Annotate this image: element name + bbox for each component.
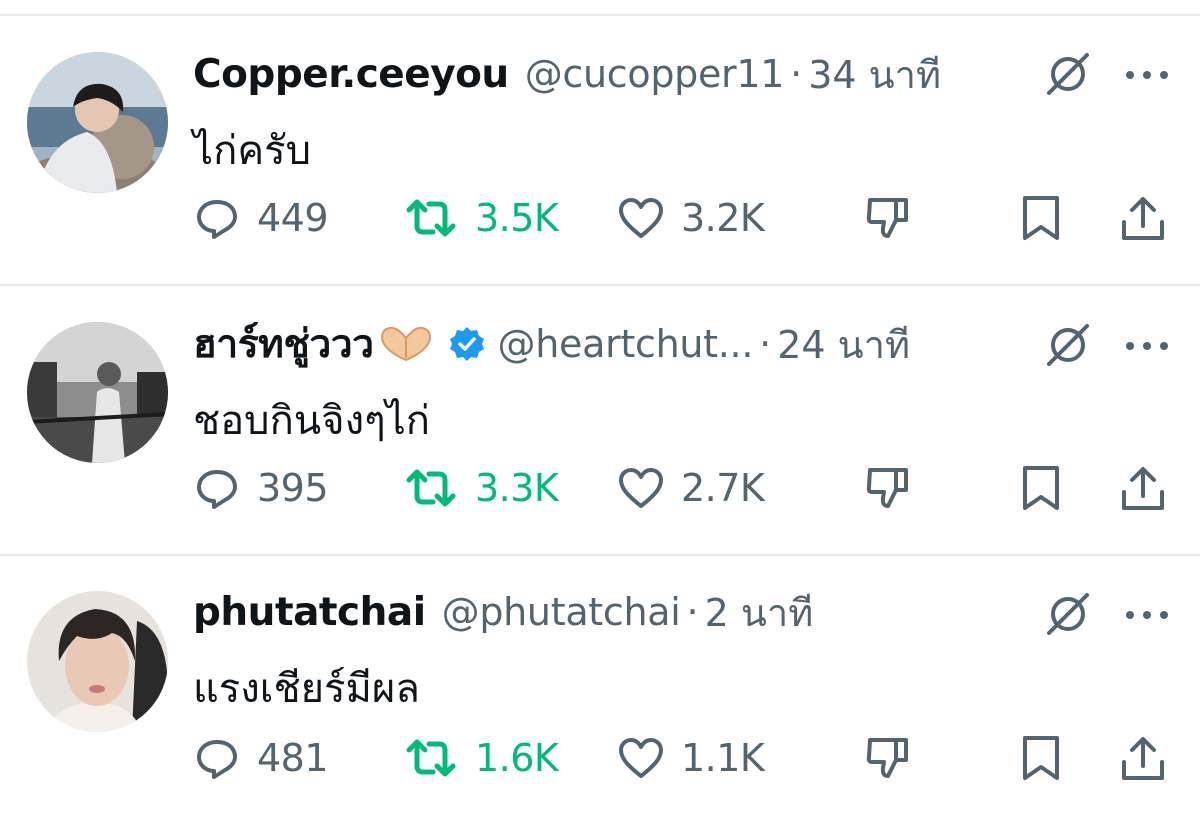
grok-icon[interactable] bbox=[1043, 49, 1093, 99]
like-count: 3.2K bbox=[681, 196, 765, 240]
tweet-text: แรงเชียร์มีผล bbox=[193, 666, 420, 712]
retweet-button[interactable]: 3.5K bbox=[403, 188, 559, 248]
share-button[interactable] bbox=[1119, 734, 1167, 782]
reply-button[interactable]: 481 bbox=[193, 728, 329, 788]
like-icon bbox=[619, 738, 663, 778]
bookmark-icon bbox=[1023, 466, 1059, 510]
separator-dot: · bbox=[790, 52, 803, 96]
action-bar: 449 3.5K 3.2K bbox=[0, 188, 1200, 248]
display-name[interactable]: phutatchai bbox=[193, 590, 426, 635]
share-button[interactable] bbox=[1119, 194, 1167, 242]
share-icon bbox=[1122, 737, 1164, 780]
reply-icon bbox=[197, 740, 237, 779]
retweet-button[interactable]: 3.3K bbox=[403, 458, 559, 518]
bookmark-button[interactable] bbox=[1017, 734, 1065, 782]
tweet-2[interactable]: ฮาร์ทชู่ววว @heartchut... · 24 นาที ชอบก… bbox=[0, 286, 1200, 556]
more-icon[interactable] bbox=[1125, 338, 1169, 352]
bookmark-button[interactable] bbox=[1017, 194, 1065, 242]
dislike-icon bbox=[866, 468, 908, 508]
share-icon bbox=[1122, 467, 1164, 510]
retweet-button[interactable]: 1.6K bbox=[403, 728, 559, 788]
reply-icon bbox=[197, 470, 237, 509]
retweet-icon bbox=[406, 199, 456, 237]
avatar[interactable] bbox=[27, 52, 168, 193]
avatar[interactable] bbox=[27, 322, 168, 463]
like-button[interactable]: 1.1K bbox=[617, 728, 765, 788]
tweet-1[interactable]: Copper.ceeyou @cucopper11 · 34 นาที ไก่ค… bbox=[0, 0, 1200, 286]
display-name[interactable]: ฮาร์ทชู่ววว bbox=[193, 313, 374, 375]
reply-count: 449 bbox=[257, 196, 329, 240]
dislike-icon bbox=[866, 198, 908, 238]
bookmark-icon bbox=[1023, 196, 1059, 240]
avatar-photo bbox=[27, 52, 168, 193]
dislike-button[interactable] bbox=[864, 734, 912, 782]
username-handle[interactable]: @heartchut... bbox=[498, 322, 754, 366]
reply-count: 481 bbox=[257, 736, 329, 780]
username-handle[interactable]: @cucopper11 bbox=[525, 52, 785, 96]
timestamp[interactable]: 24 นาที bbox=[777, 314, 910, 375]
like-count: 1.1K bbox=[681, 736, 765, 780]
like-icon bbox=[619, 198, 663, 238]
dislike-button[interactable] bbox=[864, 194, 912, 242]
retweet-count: 1.6K bbox=[475, 736, 559, 780]
like-button[interactable]: 2.7K bbox=[617, 458, 765, 518]
avatar[interactable] bbox=[27, 591, 168, 732]
retweet-icon bbox=[406, 469, 456, 507]
tweet-text: ไก่ครับ bbox=[193, 128, 311, 174]
separator-dot: · bbox=[759, 322, 772, 366]
separator-dot: · bbox=[686, 590, 699, 634]
like-count: 2.7K bbox=[681, 466, 765, 510]
like-button[interactable]: 3.2K bbox=[617, 188, 765, 248]
reply-button[interactable]: 395 bbox=[193, 458, 329, 518]
display-name[interactable]: Copper.ceeyou bbox=[193, 52, 509, 97]
tweet-3[interactable]: phutatchai @phutatchai · 2 นาที แรงเชียร… bbox=[0, 556, 1200, 823]
reply-button[interactable]: 449 bbox=[193, 188, 329, 248]
tweet-text: ชอบกินจิงๆไก่ bbox=[193, 398, 430, 444]
action-bar: 481 1.6K 1.1K bbox=[0, 728, 1200, 788]
reply-icon bbox=[197, 200, 237, 239]
timestamp[interactable]: 2 นาที bbox=[705, 582, 814, 643]
share-button[interactable] bbox=[1119, 464, 1167, 512]
grok-icon[interactable] bbox=[1043, 589, 1093, 639]
tweet-header: Copper.ceeyou @cucopper11 · 34 นาที bbox=[193, 46, 941, 102]
verified-badge-icon[interactable] bbox=[448, 325, 486, 363]
action-bar: 395 3.3K 2.7K bbox=[0, 458, 1200, 518]
dislike-icon bbox=[866, 738, 908, 778]
bookmark-button[interactable] bbox=[1017, 464, 1065, 512]
username-handle[interactable]: @phutatchai bbox=[442, 590, 681, 634]
bookmark-icon bbox=[1023, 736, 1059, 780]
tweet-header: phutatchai @phutatchai · 2 นาที bbox=[193, 584, 813, 640]
timestamp[interactable]: 34 นาที bbox=[808, 44, 941, 105]
share-icon bbox=[1122, 197, 1164, 240]
more-icon[interactable] bbox=[1125, 607, 1169, 621]
retweet-count: 3.3K bbox=[475, 466, 559, 510]
retweet-icon bbox=[406, 739, 456, 777]
more-icon[interactable] bbox=[1125, 67, 1169, 81]
heart-hands-emoji bbox=[378, 324, 434, 364]
tweet-header: ฮาร์ทชู่ววว @heartchut... · 24 นาที bbox=[193, 316, 910, 372]
reply-count: 395 bbox=[257, 466, 329, 510]
avatar-photo bbox=[27, 322, 168, 463]
avatar-photo bbox=[27, 591, 168, 732]
dislike-button[interactable] bbox=[864, 464, 912, 512]
like-icon bbox=[619, 468, 663, 508]
retweet-count: 3.5K bbox=[475, 196, 559, 240]
grok-icon[interactable] bbox=[1043, 320, 1093, 370]
